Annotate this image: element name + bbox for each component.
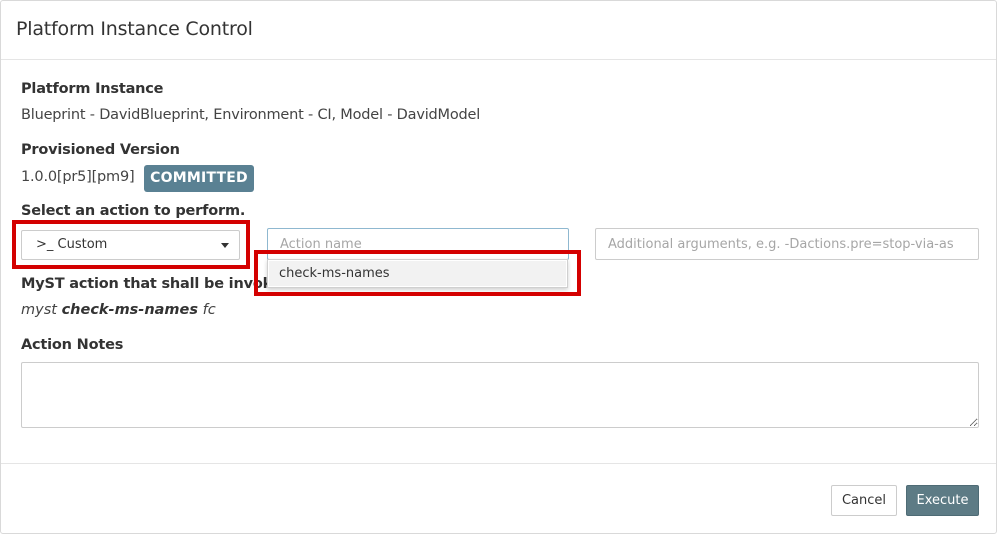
action-type-selected: >_ Custom: [36, 237, 108, 252]
provisioned-version-value: 1.0.0[pr5][pm9]: [21, 169, 135, 185]
invocation-command: myst check-ms-names fc: [21, 302, 216, 318]
modal-title: Platform Instance Control: [16, 18, 253, 40]
additional-arguments-input[interactable]: [595, 228, 979, 260]
status-badge: COMMITTED: [144, 165, 254, 192]
invocation-prefix: myst: [21, 302, 62, 318]
action-suggestions-dropdown: check-ms-names: [267, 259, 568, 288]
action-notes-textarea[interactable]: [21, 362, 979, 428]
select-action-label: Select an action to perform.: [21, 203, 246, 219]
platform-instance-label: Platform Instance: [21, 81, 164, 97]
modal-header: Platform Instance Control: [1, 1, 996, 60]
platform-instance-control-dialog: Platform Instance Control Platform Insta…: [0, 0, 997, 534]
cancel-button[interactable]: Cancel: [831, 485, 897, 516]
action-notes-label: Action Notes: [21, 337, 124, 353]
platform-instance-value: Blueprint - DavidBlueprint, Environment …: [21, 107, 481, 123]
footer-divider: [1, 463, 996, 464]
invocation-label: MyST action that shall be invoked:: [21, 276, 298, 292]
execute-button[interactable]: Execute: [906, 485, 979, 516]
chevron-down-icon: [221, 243, 229, 248]
action-name-input[interactable]: [267, 228, 569, 260]
suggestion-item[interactable]: check-ms-names: [269, 261, 566, 286]
invocation-action: check-ms-names: [61, 302, 199, 318]
action-type-select[interactable]: >_ Custom: [21, 230, 240, 260]
provisioned-version-label: Provisioned Version: [21, 142, 180, 158]
invocation-suffix: fc: [198, 302, 216, 318]
